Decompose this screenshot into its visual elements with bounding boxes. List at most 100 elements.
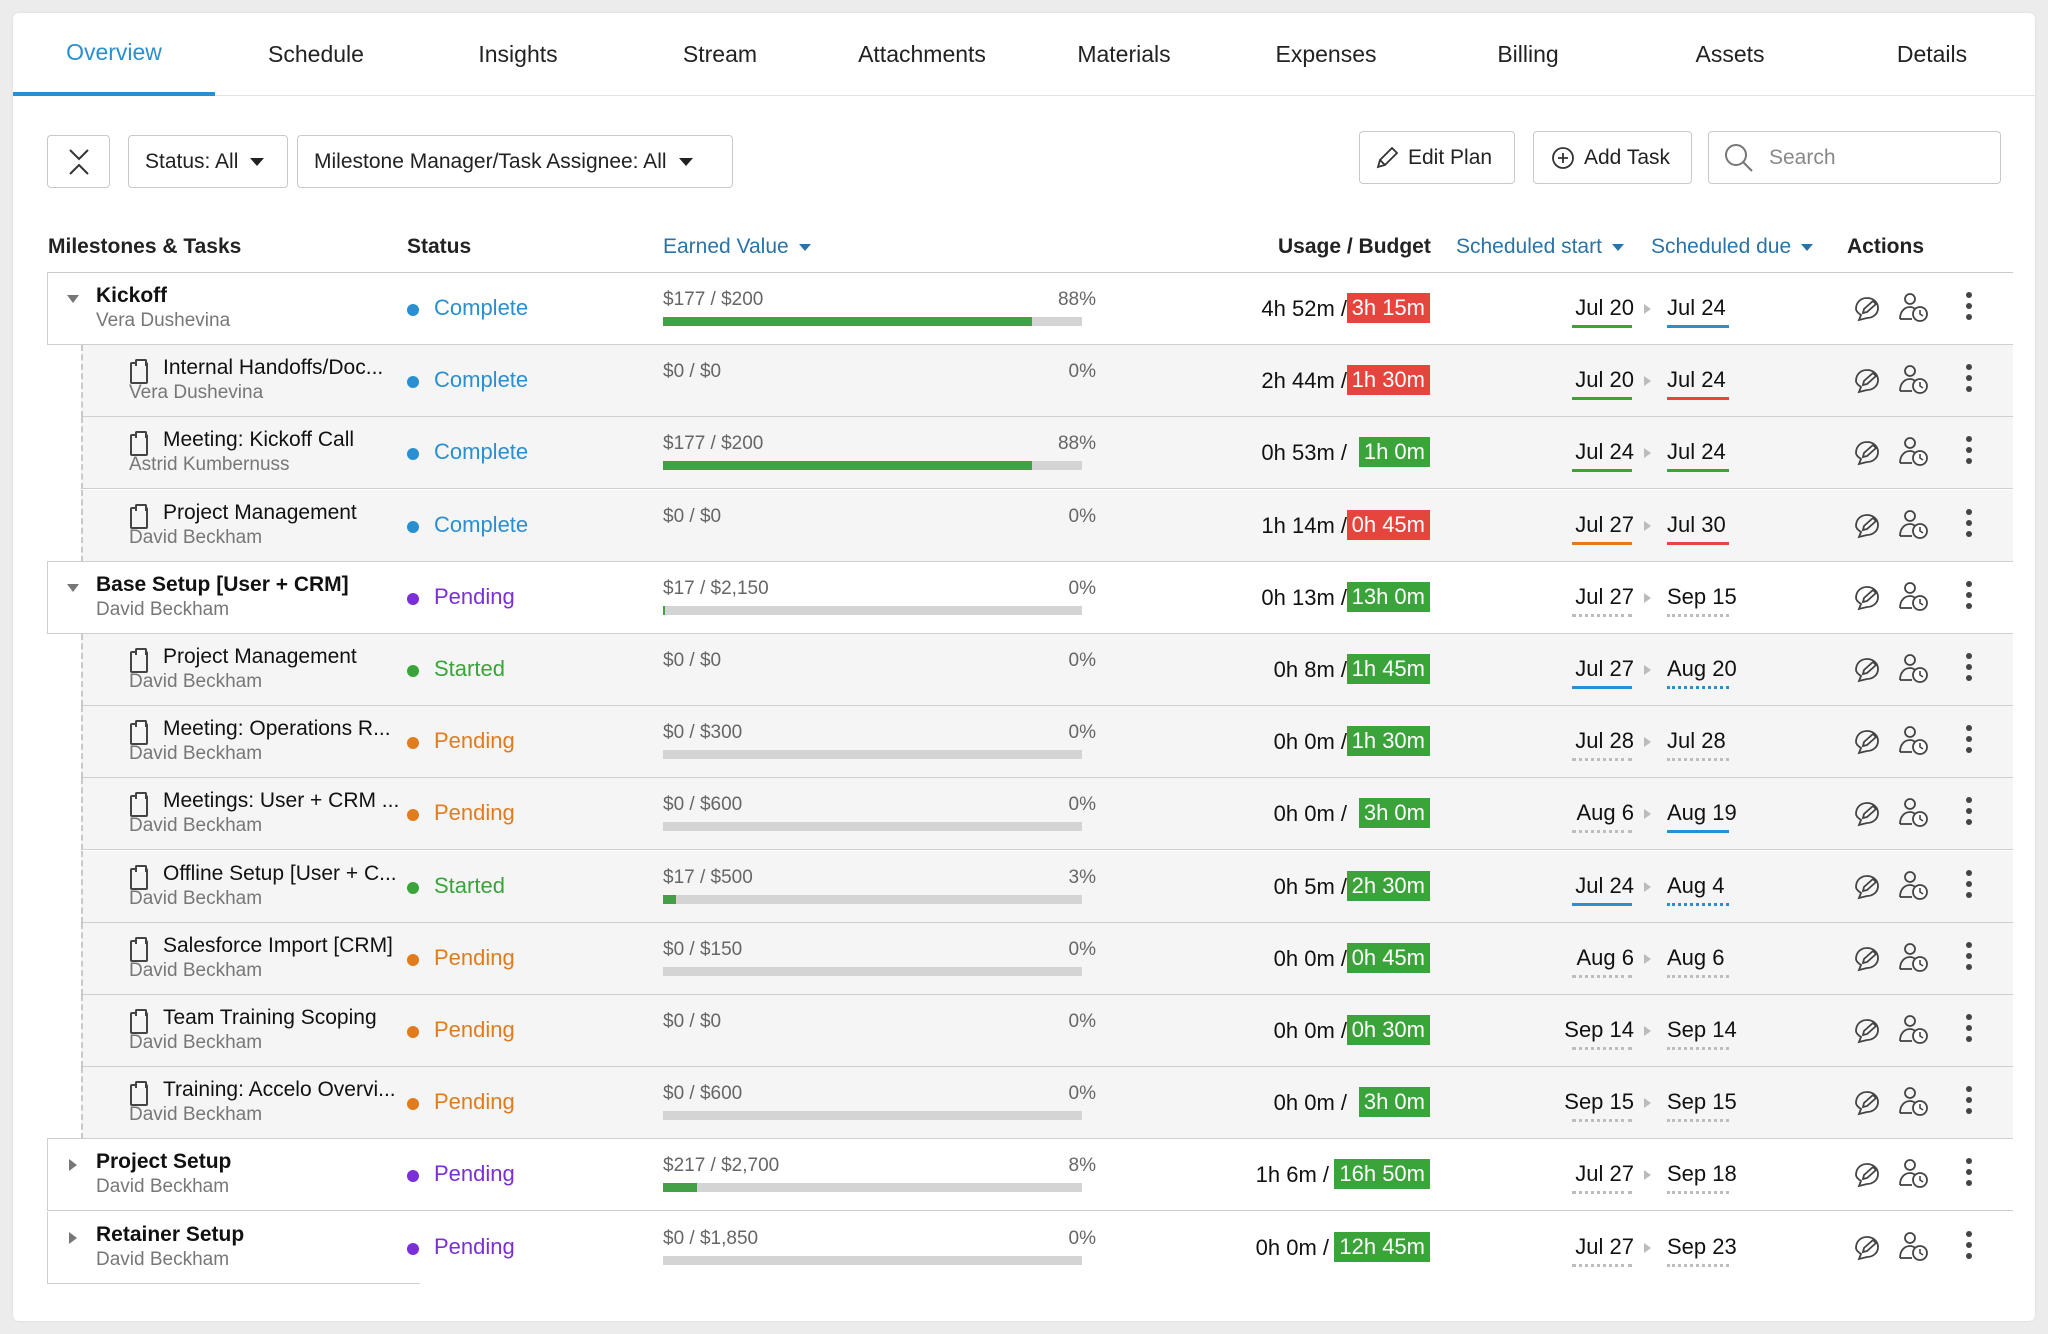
tab-insights[interactable]: Insights (417, 13, 619, 96)
milestone-name[interactable]: Retainer Setup (96, 1223, 244, 1247)
user-clock-icon[interactable] (1897, 1085, 1929, 1117)
comment-edit-icon[interactable] (1851, 437, 1883, 469)
user-clock-icon[interactable] (1897, 941, 1929, 973)
scheduled-start[interactable]: Jul 24 (1575, 439, 1634, 465)
milestone-name[interactable]: Project Setup (96, 1150, 231, 1174)
scheduled-due[interactable]: Aug 6 (1667, 945, 1725, 971)
scheduled-due[interactable]: Aug 4 (1667, 873, 1725, 899)
edit-plan-button[interactable]: Edit Plan (1359, 131, 1515, 184)
task-name[interactable]: Meetings: User + CRM ... (163, 789, 399, 813)
comment-edit-icon[interactable] (1851, 1159, 1883, 1191)
tab-materials[interactable]: Materials (1023, 13, 1225, 96)
kebab-menu-icon[interactable] (1966, 364, 1972, 397)
scheduled-start[interactable]: Jul 20 (1575, 295, 1634, 321)
milestone-name[interactable]: Base Setup [User + CRM] (96, 573, 349, 597)
scheduled-due[interactable]: Jul 24 (1667, 439, 1726, 465)
user-clock-icon[interactable] (1897, 580, 1929, 612)
status-filter[interactable]: Status: All (128, 135, 288, 188)
task-name[interactable]: Team Training Scoping (163, 1006, 377, 1030)
kebab-menu-icon[interactable] (1966, 292, 1972, 325)
scheduled-start[interactable]: Jul 28 (1575, 728, 1634, 754)
kebab-menu-icon[interactable] (1966, 581, 1972, 614)
scheduled-start[interactable]: Jul 27 (1575, 1234, 1634, 1260)
comment-edit-icon[interactable] (1851, 365, 1883, 397)
status-label[interactable]: Complete (434, 367, 528, 393)
task-name[interactable]: Salesforce Import [CRM] (163, 934, 393, 958)
status-label[interactable]: Pending (434, 728, 515, 754)
scheduled-due[interactable]: Aug 20 (1667, 656, 1737, 682)
task-name[interactable]: Project Management (163, 645, 357, 669)
tab-expenses[interactable]: Expenses (1225, 13, 1427, 96)
tab-details[interactable]: Details (1831, 13, 2033, 96)
task-row[interactable]: Meetings: User + CRM ... David Beckham Pen… (13, 778, 2035, 850)
task-row[interactable]: Team Training Scoping David Beckham Pendin… (13, 995, 2035, 1067)
status-label[interactable]: Pending (434, 1017, 515, 1043)
status-label[interactable]: Pending (434, 584, 515, 610)
comment-edit-icon[interactable] (1851, 1232, 1883, 1264)
scheduled-start[interactable]: Jul 20 (1575, 367, 1634, 393)
scheduled-start[interactable]: Aug 6 (1577, 945, 1635, 971)
milestone-row[interactable]: Base Setup [User + CRM] David Beckham Pend… (13, 562, 2035, 634)
assignee-filter[interactable]: Milestone Manager/Task Assignee: All (297, 135, 733, 188)
kebab-menu-icon[interactable] (1966, 1014, 1972, 1047)
user-clock-icon[interactable] (1897, 652, 1929, 684)
task-name[interactable]: Training: Accelo Overvi... (163, 1078, 396, 1102)
milestone-name[interactable]: Kickoff (96, 284, 167, 308)
comment-edit-icon[interactable] (1851, 582, 1883, 614)
kebab-menu-icon[interactable] (1966, 653, 1972, 686)
user-clock-icon[interactable] (1897, 291, 1929, 323)
tab-assets[interactable]: Assets (1629, 13, 1831, 96)
collapse-all-button[interactable] (47, 135, 110, 188)
kebab-menu-icon[interactable] (1966, 1086, 1972, 1119)
scheduled-start[interactable]: Jul 27 (1575, 512, 1634, 538)
status-label[interactable]: Pending (434, 1161, 515, 1187)
status-label[interactable]: Complete (434, 295, 528, 321)
kebab-menu-icon[interactable] (1966, 1231, 1972, 1264)
scheduled-start[interactable]: Jul 27 (1575, 1161, 1634, 1187)
kebab-menu-icon[interactable] (1966, 797, 1972, 830)
user-clock-icon[interactable] (1897, 363, 1929, 395)
status-label[interactable]: Pending (434, 945, 515, 971)
comment-edit-icon[interactable] (1851, 510, 1883, 542)
user-clock-icon[interactable] (1897, 1013, 1929, 1045)
scheduled-due[interactable]: Jul 24 (1667, 367, 1726, 393)
task-row[interactable]: Meeting: Operations R... David Beckham Pen… (13, 706, 2035, 778)
tab-attachments[interactable]: Attachments (821, 13, 1023, 96)
search-input[interactable]: Search (1708, 131, 2001, 184)
status-label[interactable]: Started (434, 873, 505, 899)
user-clock-icon[interactable] (1897, 508, 1929, 540)
kebab-menu-icon[interactable] (1966, 509, 1972, 542)
scheduled-start[interactable]: Sep 14 (1564, 1017, 1634, 1043)
task-row[interactable]: Project Management David Beckham Started $0… (13, 634, 2035, 706)
task-row[interactable]: Offline Setup [User + C... David Beckham S… (13, 851, 2035, 923)
user-clock-icon[interactable] (1897, 724, 1929, 756)
tab-billing[interactable]: Billing (1427, 13, 1629, 96)
add-task-button[interactable]: Add Task (1533, 131, 1692, 184)
scheduled-due[interactable]: Jul 30 (1667, 512, 1726, 538)
task-name[interactable]: Offline Setup [User + C... (163, 862, 397, 886)
chevron-right-icon[interactable] (69, 1232, 77, 1244)
scheduled-start[interactable]: Aug 6 (1577, 800, 1635, 826)
comment-edit-icon[interactable] (1851, 654, 1883, 686)
comment-edit-icon[interactable] (1851, 293, 1883, 325)
status-label[interactable]: Complete (434, 439, 528, 465)
task-row[interactable]: Salesforce Import [CRM] David Beckham Pend… (13, 923, 2035, 995)
milestone-row[interactable]: Project Setup David Beckham Pending $217 / … (13, 1139, 2035, 1211)
kebab-menu-icon[interactable] (1966, 942, 1972, 975)
scheduled-start[interactable]: Jul 24 (1575, 873, 1634, 899)
tab-schedule[interactable]: Schedule (215, 13, 417, 96)
task-row[interactable]: Project Management David Beckham Complete $… (13, 490, 2035, 562)
task-row[interactable]: Training: Accelo Overvi... David Beckham P… (13, 1067, 2035, 1139)
scheduled-start[interactable]: Jul 27 (1575, 656, 1634, 682)
scheduled-due[interactable]: Sep 14 (1667, 1017, 1737, 1043)
scheduled-due[interactable]: Sep 18 (1667, 1161, 1737, 1187)
status-label[interactable]: Pending (434, 800, 515, 826)
kebab-menu-icon[interactable] (1966, 725, 1972, 758)
task-row[interactable]: Internal Handoffs/Doc... Vera Dushevina Co… (13, 345, 2035, 417)
comment-edit-icon[interactable] (1851, 943, 1883, 975)
kebab-menu-icon[interactable] (1966, 436, 1972, 469)
scheduled-start[interactable]: Jul 27 (1575, 584, 1634, 610)
comment-edit-icon[interactable] (1851, 1015, 1883, 1047)
comment-edit-icon[interactable] (1851, 798, 1883, 830)
chevron-down-icon[interactable] (67, 295, 79, 303)
